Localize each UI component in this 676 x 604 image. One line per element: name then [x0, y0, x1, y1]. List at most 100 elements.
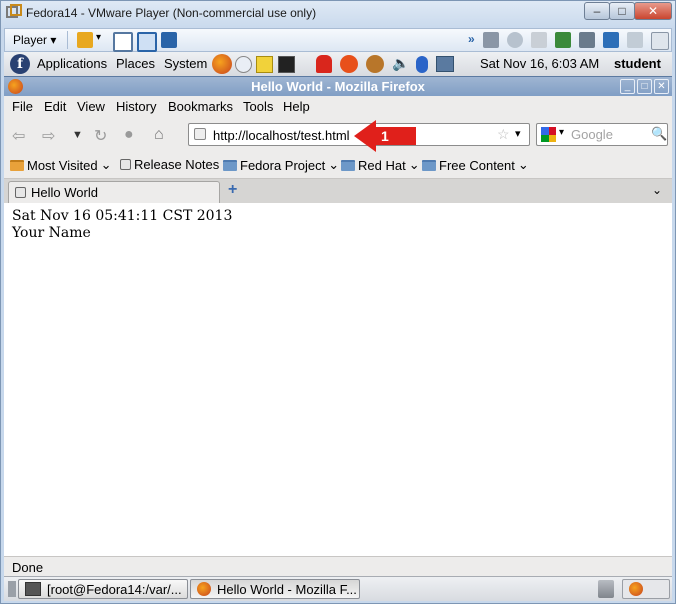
bookmarks-toolbar: Most Visited ⌄ Release Notes Fedora Proje…: [4, 152, 672, 179]
firefox-titlebar: Hello World - Mozilla Firefox _ □ ✕: [4, 76, 672, 97]
firefox-launcher-icon[interactable]: [212, 54, 232, 74]
places-menu[interactable]: Places: [116, 56, 155, 71]
taskbar-terminal[interactable]: [root@Fedora14:/var/...: [18, 579, 188, 599]
forward-icon[interactable]: ⇨: [42, 126, 55, 146]
package-icon[interactable]: [366, 55, 384, 73]
status-bar: Done: [4, 556, 672, 577]
mail-launcher-icon[interactable]: [235, 56, 252, 73]
vmware-toolbar: Player ▾ ▾ »: [4, 28, 672, 52]
menu-help[interactable]: Help: [283, 99, 310, 114]
usb-icon[interactable]: [603, 32, 619, 48]
annotation-arrow: 1: [354, 120, 416, 152]
search-input[interactable]: [571, 126, 645, 143]
firefox-menubar: File Edit View History Bookmarks Tools H…: [4, 96, 672, 118]
terminal-launcher-icon[interactable]: [278, 56, 295, 73]
fedora-logo-icon[interactable]: f: [10, 54, 30, 74]
toolbar-divider: [67, 31, 68, 49]
unity-icon[interactable]: [161, 32, 177, 48]
update-notifier-icon[interactable]: [340, 55, 358, 73]
bookmark-fedora-project[interactable]: Fedora Project ⌄: [223, 157, 339, 173]
menu-edit[interactable]: Edit: [44, 99, 66, 114]
menu-file[interactable]: File: [12, 99, 33, 114]
bluetooth-icon[interactable]: [416, 56, 428, 73]
user-menu[interactable]: student: [614, 56, 661, 71]
network-icon[interactable]: [555, 32, 571, 48]
chevron-down-icon: ⌄: [100, 157, 112, 172]
menu-history[interactable]: History: [116, 99, 156, 114]
bookmark-most-visited[interactable]: Most Visited ⌄: [10, 157, 111, 173]
reload-icon[interactable]: ↻: [94, 126, 107, 146]
floppy-icon[interactable]: [531, 32, 547, 48]
minimize-button[interactable]: –: [584, 2, 610, 20]
close-button[interactable]: ✕: [634, 2, 672, 20]
maximize-button[interactable]: □: [609, 2, 635, 20]
bookmark-free-content[interactable]: Free Content ⌄: [422, 157, 529, 173]
search-engine-dropdown-icon[interactable]: ▾: [559, 127, 564, 138]
chevron-down-icon: ⌄: [408, 157, 420, 172]
annotation-number: 1: [381, 128, 389, 144]
status-text: Done: [12, 560, 44, 575]
panel-clock[interactable]: Sat Nov 16, 6:03 AM: [480, 56, 599, 71]
taskbar-firefox[interactable]: Hello World - Mozilla F...: [190, 579, 360, 599]
pause-icon[interactable]: [77, 32, 93, 48]
back-icon[interactable]: ⇦: [12, 126, 25, 146]
site-identity-icon[interactable]: [194, 128, 206, 140]
show-desktop-icon[interactable]: [8, 581, 16, 597]
send-ctrl-alt-del-icon[interactable]: [113, 32, 133, 52]
vmware-titlebar: Fedora14 - VMware Player (Non-commercial…: [0, 0, 674, 26]
firefox-icon: [629, 582, 643, 596]
tab-bar: Hello World + ⌄: [4, 179, 672, 204]
pause-dropdown-icon[interactable]: ▾: [96, 32, 101, 43]
tab-hello-world[interactable]: Hello World: [8, 181, 220, 203]
notes-launcher-icon[interactable]: [256, 56, 273, 73]
message-icon[interactable]: [651, 32, 669, 50]
player-menu[interactable]: Player ▾: [13, 33, 56, 47]
bookmark-star-icon[interactable]: ☆: [497, 126, 510, 143]
workspace-switcher[interactable]: [622, 579, 670, 599]
stop-icon[interactable]: ●: [124, 126, 134, 144]
bookmark-release-notes[interactable]: Release Notes: [120, 157, 219, 172]
terminal-icon: [25, 582, 41, 596]
list-all-tabs-icon[interactable]: ⌄: [652, 183, 662, 197]
applications-menu[interactable]: Applications: [37, 56, 107, 71]
page-name-text: Your Name: [12, 225, 91, 241]
hdd-icon[interactable]: [483, 32, 499, 48]
google-engine-icon[interactable]: [541, 127, 556, 142]
firefox-icon: [197, 582, 211, 596]
url-text[interactable]: http://localhost/test.html: [213, 128, 350, 143]
most-visited-icon: [10, 159, 24, 171]
menu-bookmarks[interactable]: Bookmarks: [168, 99, 233, 114]
system-menu[interactable]: System: [164, 56, 207, 71]
alert-icon[interactable]: [316, 55, 332, 73]
home-icon[interactable]: ⌂: [154, 126, 164, 144]
vmware-window-title: Fedora14 - VMware Player (Non-commercial…: [26, 6, 317, 20]
cdrom-icon[interactable]: [507, 32, 523, 48]
sound-icon[interactable]: [627, 32, 643, 48]
fullscreen-icon[interactable]: [137, 32, 157, 52]
new-tab-icon[interactable]: +: [228, 181, 237, 199]
firefox-window-title: Hello World - Mozilla Firefox: [251, 79, 425, 94]
folder-icon: [341, 159, 355, 171]
page-icon: [15, 187, 26, 198]
folder-icon: [422, 159, 436, 171]
bookmark-red-hat[interactable]: Red Hat ⌄: [341, 157, 420, 173]
volume-icon[interactable]: 🔈: [392, 55, 409, 72]
more-devices-icon[interactable]: »: [468, 32, 475, 46]
url-dropdown-icon[interactable]: ▾: [515, 127, 521, 140]
firefox-minimize-button[interactable]: _: [620, 79, 635, 94]
search-icon[interactable]: 🔍: [651, 126, 667, 142]
printer-icon[interactable]: [579, 32, 595, 48]
search-bar[interactable]: ▾ 🔍: [536, 123, 668, 146]
menu-view[interactable]: View: [77, 99, 105, 114]
network-status-icon[interactable]: [436, 56, 454, 72]
folder-icon: [223, 159, 237, 171]
page-date-text: Sat Nov 16 05:41:11 CST 2013: [12, 208, 233, 224]
firefox-close-button[interactable]: ✕: [654, 79, 669, 94]
menu-tools[interactable]: Tools: [243, 99, 273, 114]
trash-icon[interactable]: [598, 580, 614, 598]
history-dropdown-icon[interactable]: ▼: [72, 129, 83, 141]
firefox-navbar: ⇦ ⇨ ▼ ↻ ● ⌂ http://localhost/test.html ☆…: [4, 118, 672, 152]
firefox-maximize-button[interactable]: □: [637, 79, 652, 94]
tab-label: Hello World: [31, 185, 98, 200]
gnome-bottom-panel: [root@Fedora14:/var/... Hello World - Mo…: [4, 576, 672, 601]
